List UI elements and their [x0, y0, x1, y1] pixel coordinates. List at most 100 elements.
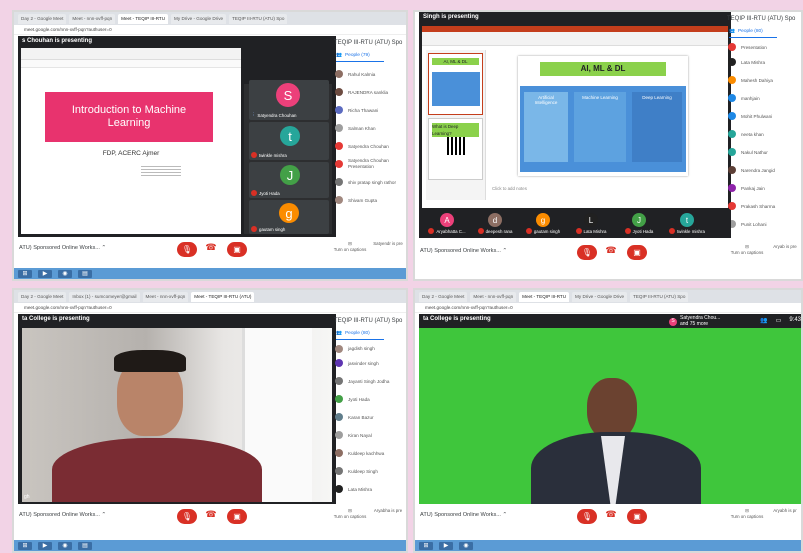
list-item[interactable]: Jayanti Singh Jodha: [335, 372, 404, 390]
browser-tab[interactable]: My Drive - Google Drive: [171, 13, 227, 24]
list-item[interactable]: Kuldeep kachhwa: [335, 444, 404, 462]
list-item[interactable]: Punit Lohani: [728, 215, 799, 231]
list-item[interactable]: Kuldeep Singh: [335, 462, 404, 480]
browser-tab[interactable]: Inbox (1) - sumcomeyer@gmail: [69, 291, 140, 302]
list-item[interactable]: Presentation: [728, 41, 799, 53]
hang-up-button[interactable]: ☎: [205, 509, 217, 520]
participant-tile[interactable]: J Jyoti Hada: [619, 213, 659, 234]
list-item[interactable]: Kiran Nayal: [335, 426, 404, 444]
participant-name: gautam singh: [259, 226, 286, 232]
browser-tab[interactable]: Day 2 - Google Meet: [419, 291, 468, 302]
mic-off-button[interactable]: 🎙: [177, 242, 197, 257]
participant-tile[interactable]: t twinkle mishra: [667, 213, 707, 234]
participant-tile[interactable]: d deepesh rana: [475, 213, 515, 234]
browser-tab[interactable]: My Drive - Google Drive: [572, 291, 628, 302]
hang-up-button[interactable]: ☎: [205, 242, 217, 253]
chrome-icon[interactable]: ◉: [58, 541, 72, 550]
present-button[interactable]: Aryabh is pr: [769, 508, 801, 513]
list-item[interactable]: Prakash Sharma: [728, 197, 799, 215]
present-button[interactable]: Aryabha is pre: [372, 508, 404, 513]
list-item[interactable]: manhjain: [728, 89, 799, 107]
browser-tab[interactable]: Meet - TEQIP III-RTU: [519, 291, 570, 302]
list-item[interactable]: Salman Khan: [335, 119, 404, 137]
chat-icon[interactable]: ▭: [776, 317, 782, 324]
browser-tab[interactable]: Meet - TEQIP III-RTU: [118, 13, 169, 24]
start-icon[interactable]: ⊞: [18, 269, 32, 278]
list-item[interactable]: Richa Thawani: [335, 101, 404, 119]
browser-tab[interactable]: Day 2 - Google Meet: [18, 291, 67, 302]
list-item[interactable]: Nakul Nathur: [728, 143, 799, 161]
files-icon[interactable]: ▤: [78, 541, 92, 550]
list-item[interactable]: Pankaj Jain: [728, 179, 799, 197]
camera-off-button[interactable]: ▣: [627, 509, 647, 524]
list-item[interactable]: Mohit Phulwani: [728, 107, 799, 125]
list-item[interactable]: Satyendra Chouhan Presentation: [335, 155, 404, 173]
people-tab[interactable]: 👥 People (79): [336, 50, 384, 62]
captions-button[interactable]: ⊟ Turn on captions: [727, 244, 767, 255]
files-icon[interactable]: ▤: [78, 269, 92, 278]
meeting-name[interactable]: ATU) Sponsored Online Works... ⌃: [420, 248, 507, 254]
list-item[interactable]: Mahesh Dahiya: [728, 71, 799, 89]
participant-tile[interactable]: S ⋮ Satyendra Chouhan: [249, 80, 329, 120]
media-icon[interactable]: ▶: [38, 269, 52, 278]
list-item[interactable]: Lata Mishra: [728, 53, 799, 71]
hang-up-button[interactable]: ☎: [605, 509, 617, 520]
list-item[interactable]: jagdish singh: [335, 343, 404, 354]
list-item[interactable]: Karan Bazur: [335, 408, 404, 426]
participant-tile[interactable]: J Jyoti Hada: [249, 162, 329, 198]
list-item[interactable]: Satyendra Chouhan: [335, 137, 404, 155]
captions-button[interactable]: ⊟ Turn on captions: [330, 508, 370, 519]
list-item[interactable]: Narendra Jangid: [728, 161, 799, 179]
list-item[interactable]: Rahul Kalmia: [335, 65, 404, 83]
present-button[interactable]: Aryab is pre: [769, 244, 801, 249]
camera-off-button[interactable]: ▣: [227, 509, 247, 524]
list-item[interactable]: neeta khan: [728, 125, 799, 143]
browser-tab[interactable]: Day 2 - Google Meet: [18, 13, 67, 24]
list-item[interactable]: shiv pratap singh rathor: [335, 173, 404, 191]
browser-tab[interactable]: Meet - nnn-xvff-pqn: [470, 291, 517, 302]
meeting-name[interactable]: ATU) Sponsored Online Works... ⌃: [420, 512, 507, 518]
people-icon[interactable]: 👥: [760, 317, 767, 324]
meeting-name[interactable]: ATU) Sponsored Online Works... ⌃: [19, 245, 106, 251]
start-icon[interactable]: ⊞: [419, 541, 433, 550]
hang-up-button[interactable]: ☎: [605, 245, 617, 256]
people-tab[interactable]: 👥 People (80): [336, 328, 384, 340]
chrome-icon[interactable]: ◉: [459, 541, 473, 550]
participant-tile[interactable]: A Aryabhatta C...: [427, 213, 467, 234]
speaker-notes[interactable]: Click to add notes: [492, 186, 527, 191]
people-tab[interactable]: 👥 People (80): [729, 26, 777, 38]
meeting-name[interactable]: ATU) Sponsored Online Works... ⌃: [19, 512, 106, 518]
list-item[interactable]: Lata Mishra: [335, 480, 404, 498]
address-bar[interactable]: meet.google.com/nnn-xvff-pqn?authuser=0: [415, 303, 801, 313]
mic-off-button[interactable]: 🎙: [177, 509, 197, 524]
slide-thumbnail[interactable]: What is Deep Learning?: [428, 118, 483, 180]
browser-tab[interactable]: Meet - nnn-xvff-pqn: [142, 291, 189, 302]
mic-off-button[interactable]: 🎙: [577, 509, 597, 524]
list-item[interactable]: RAJENDRA sanklia: [335, 83, 404, 101]
media-icon[interactable]: ▶: [439, 541, 453, 550]
browser-tab[interactable]: Meet - nnn-xvff-pqn: [69, 13, 116, 24]
captions-button[interactable]: ⊟ Turn on captions: [727, 508, 767, 519]
camera-off-button[interactable]: ▣: [227, 242, 247, 257]
address-bar[interactable]: meet.google.com/nnn-xvff-pqn?authuser=0: [14, 303, 406, 313]
participant-chip[interactable]: S Satyendra Chou... and 75 more: [669, 315, 720, 327]
browser-tab[interactable]: TEQIP III-RTU (ATU) Spo: [630, 291, 689, 302]
start-icon[interactable]: ⊞: [18, 541, 32, 550]
list-item[interactable]: Jyoti Hada: [335, 390, 404, 408]
slide-thumbnail[interactable]: AI, ML & DL: [428, 53, 483, 115]
list-item[interactable]: Shivam Gupta: [335, 191, 404, 209]
address-bar[interactable]: meet.google.com/nnn-xvff-pqn?authuser=0: [14, 25, 406, 35]
browser-tab[interactable]: TEQIP III-RTU (ATU) Spo: [229, 13, 288, 24]
chrome-icon[interactable]: ◉: [58, 269, 72, 278]
list-item[interactable]: jasvinder singh: [335, 354, 404, 372]
mic-off-button[interactable]: 🎙: [577, 245, 597, 260]
captions-button[interactable]: ⊟ Turn on captions: [330, 241, 370, 252]
participant-tile[interactable]: g gautam singh: [523, 213, 563, 234]
present-button[interactable]: Satyendr is pre: [372, 241, 404, 246]
participant-tile[interactable]: t twinkle mishra: [249, 122, 329, 160]
media-icon[interactable]: ▶: [38, 541, 52, 550]
participant-tile[interactable]: L Lata Mishra: [571, 213, 611, 234]
participant-tile[interactable]: g gautam singh: [249, 200, 329, 234]
browser-tab[interactable]: Meet - TEQIP III-RTU (ATU): [191, 291, 255, 302]
camera-off-button[interactable]: ▣: [627, 245, 647, 260]
